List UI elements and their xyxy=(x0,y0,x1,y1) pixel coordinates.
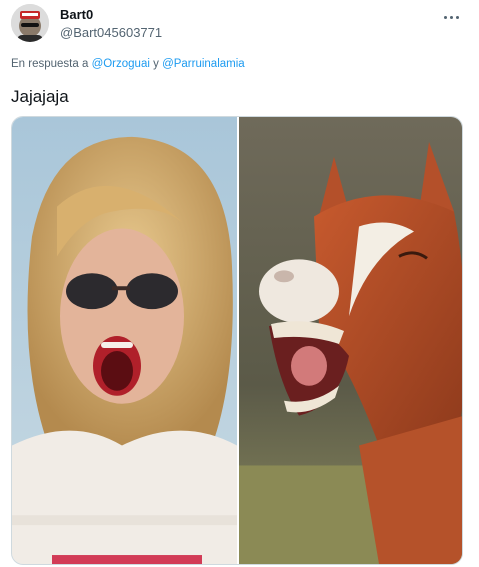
reply-prefix: En respuesta a xyxy=(11,58,89,70)
tweet-text: Jajajaja xyxy=(11,87,69,106)
tweet-media[interactable] xyxy=(11,116,463,565)
reply-context: En respuesta a @Orzoguai y @Parruinalami… xyxy=(11,58,245,70)
author-name[interactable]: Bart0 xyxy=(60,7,93,22)
avatar[interactable] xyxy=(11,4,49,42)
reply-connector: y xyxy=(153,58,159,70)
more-dot xyxy=(443,15,447,19)
more-dot xyxy=(449,15,453,19)
more-dot xyxy=(455,15,459,19)
tweet: Bart0 @Bart045603771 En respuesta a @Orz… xyxy=(0,0,479,567)
horse-laughing-photo[interactable] xyxy=(239,117,462,564)
more-horizontal-icon[interactable] xyxy=(439,8,463,26)
woman-laughing-photo[interactable] xyxy=(12,117,237,564)
mention-link[interactable]: @Orzoguai xyxy=(92,58,150,70)
author-handle[interactable]: @Bart045603771 xyxy=(60,25,162,40)
mention-link[interactable]: @Parruinalamia xyxy=(162,58,245,70)
